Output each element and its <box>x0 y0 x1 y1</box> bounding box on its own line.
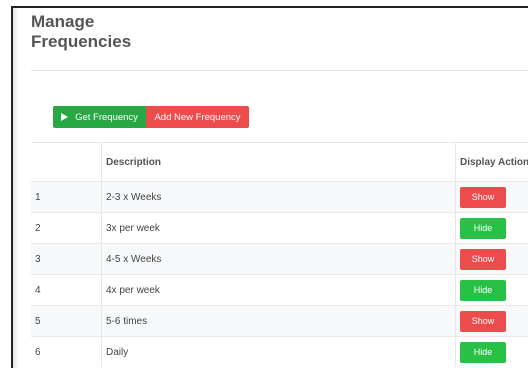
row-number: 2 <box>31 213 102 244</box>
row-description: 4x per week <box>102 275 456 306</box>
row-number: 4 <box>31 275 102 306</box>
row-action-cell: Show <box>456 244 528 275</box>
header-number <box>31 143 102 182</box>
row-action-cell: Hide <box>456 275 528 306</box>
table-row: 2 3x per week Hide <box>31 213 528 244</box>
play-icon <box>61 113 68 121</box>
row-description: 3x per week <box>102 213 456 244</box>
frequencies-table: Description Display Action 1 2-3 x Weeks… <box>31 142 528 367</box>
table-row: 1 2-3 x Weeks Show <box>31 182 528 213</box>
row-description: 5-6 times <box>102 306 456 337</box>
get-frequency-button[interactable]: Get Frequency <box>53 106 146 128</box>
row-action-cell: Hide <box>456 337 528 368</box>
header-divider <box>31 70 528 71</box>
toolbar: Get Frequency Add New Frequency <box>53 106 249 128</box>
row-number: 3 <box>31 244 102 275</box>
get-frequency-label: Get Frequency <box>75 112 138 123</box>
row-action-cell: Show <box>456 182 528 213</box>
hide-button[interactable]: Hide <box>460 342 506 363</box>
row-number: 5 <box>31 306 102 337</box>
hide-button[interactable]: Hide <box>460 280 506 301</box>
page-title: Manage Frequencies <box>31 12 181 52</box>
show-button[interactable]: Show <box>460 311 506 332</box>
table-header-row: Description Display Action <box>31 143 528 182</box>
show-button[interactable]: Show <box>460 249 506 270</box>
add-new-frequency-button[interactable]: Add New Frequency <box>146 106 249 128</box>
header-display-action: Display Action <box>456 143 528 182</box>
table-row: 3 4-5 x Weeks Show <box>31 244 528 275</box>
row-description: Daily <box>102 337 456 368</box>
row-description: 2-3 x Weeks <box>102 182 456 213</box>
show-button[interactable]: Show <box>460 187 506 208</box>
table-row: 5 5-6 times Show <box>31 306 528 337</box>
panel-edge-shadow <box>13 8 19 368</box>
hide-button[interactable]: Hide <box>460 218 506 239</box>
row-action-cell: Show <box>456 306 528 337</box>
table-row: 6 Daily Hide <box>31 337 528 368</box>
row-number: 1 <box>31 182 102 213</box>
row-action-cell: Hide <box>456 213 528 244</box>
row-number: 6 <box>31 337 102 368</box>
content-frame: Manage Frequencies Get Frequency Add New… <box>11 6 528 368</box>
header-description: Description <box>102 143 456 182</box>
table-row: 4 4x per week Hide <box>31 275 528 306</box>
row-description: 4-5 x Weeks <box>102 244 456 275</box>
